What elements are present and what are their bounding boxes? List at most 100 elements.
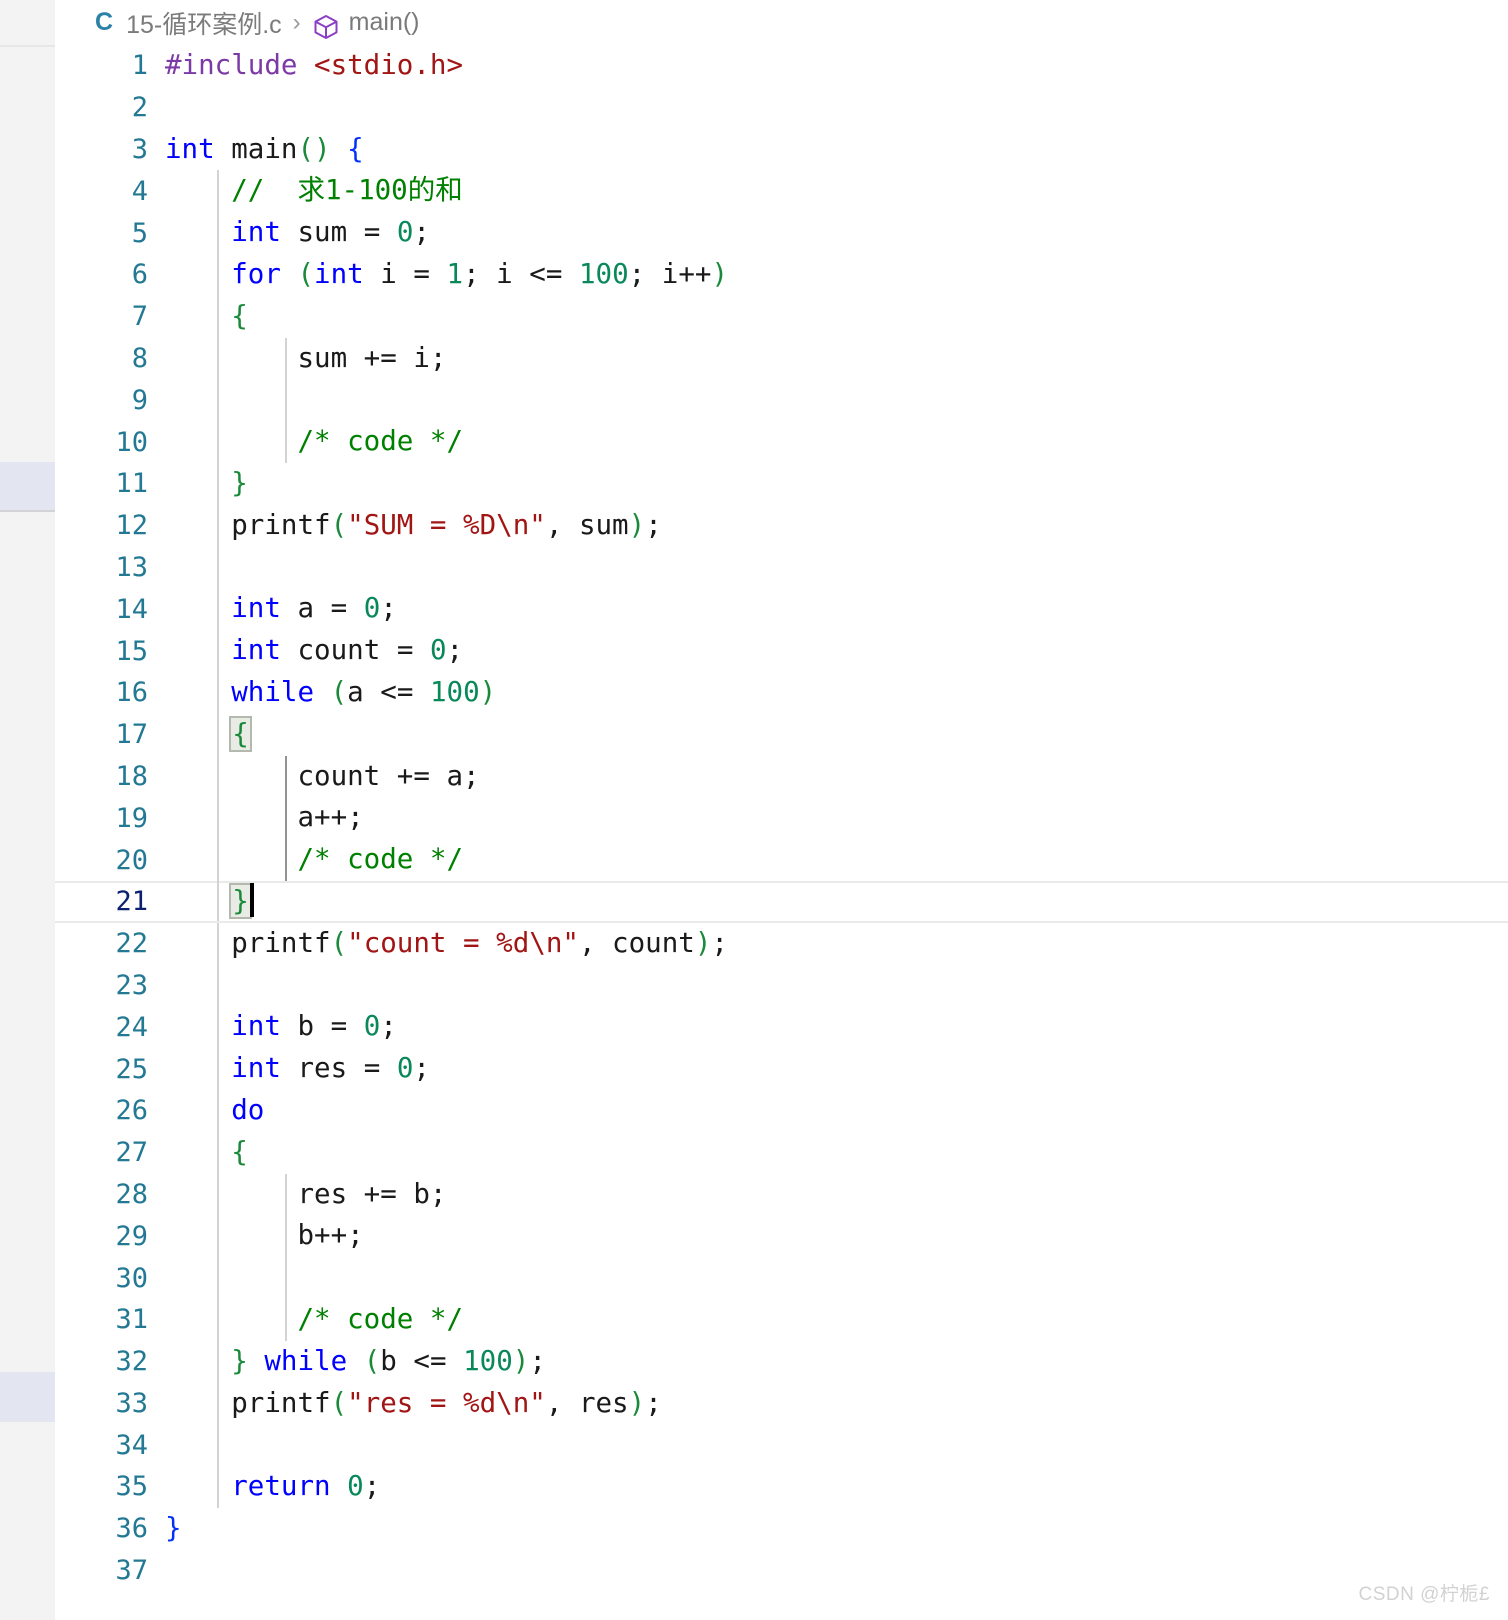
code-line[interactable]: 26 do: [55, 1089, 1508, 1132]
line-content[interactable]: count += a;: [165, 755, 1508, 798]
line-content[interactable]: [165, 1257, 1508, 1299]
code-line[interactable]: 33 printf("res = %d\n", res);: [55, 1382, 1508, 1425]
code-line[interactable]: 21 }: [55, 880, 1508, 923]
line-number[interactable]: 20: [55, 845, 165, 876]
code-line[interactable]: 14 int a = 0;: [55, 588, 1508, 631]
line-content[interactable]: return 0;: [165, 1466, 1508, 1508]
line-content[interactable]: int main() {: [165, 129, 1508, 171]
line-number[interactable]: 27: [55, 1137, 165, 1168]
line-content[interactable]: } while (b <= 100);: [165, 1340, 1508, 1383]
code-line[interactable]: 6 for (int i = 1; i <= 100; i++): [55, 253, 1508, 296]
code-lines[interactable]: 1 #include <stdio.h> 2 3 int main() {4 // 求1…: [55, 45, 1508, 1591]
code-line[interactable]: 37: [55, 1550, 1508, 1592]
line-number[interactable]: 7: [55, 301, 165, 332]
line-content[interactable]: [165, 964, 1508, 1007]
code-line[interactable]: 19 a++;: [55, 797, 1508, 840]
code-line[interactable]: 17 {: [55, 713, 1508, 756]
line-content[interactable]: {: [165, 1131, 1508, 1174]
line-content[interactable]: printf("res = %d\n", res);: [165, 1382, 1508, 1425]
overview-ruler-mark[interactable]: [0, 462, 55, 512]
line-number[interactable]: 14: [55, 594, 165, 625]
breadcrumb-file-name[interactable]: 15-循环案例.c: [126, 5, 282, 41]
line-content[interactable]: /* code */: [165, 839, 1508, 881]
line-number[interactable]: 29: [55, 1221, 165, 1252]
line-content[interactable]: [165, 87, 1508, 129]
line-content[interactable]: }: [165, 880, 1508, 923]
line-number[interactable]: 21: [55, 886, 165, 917]
line-number[interactable]: 16: [55, 677, 165, 708]
line-content[interactable]: b++;: [165, 1215, 1508, 1258]
code-line[interactable]: 25 int res = 0;: [55, 1048, 1508, 1090]
line-number[interactable]: 37: [55, 1555, 165, 1586]
line-content[interactable]: int a = 0;: [165, 588, 1508, 631]
line-content[interactable]: #include <stdio.h>: [165, 45, 1508, 87]
code-line[interactable]: 24 int b = 0;: [55, 1006, 1508, 1049]
overview-ruler-mark[interactable]: [0, 1372, 55, 1422]
line-number[interactable]: 19: [55, 803, 165, 834]
code-line[interactable]: 18 count += a;: [55, 755, 1508, 798]
line-number[interactable]: 32: [55, 1346, 165, 1377]
code-line[interactable]: 8 sum += i;: [55, 337, 1508, 380]
code-line[interactable]: 28 res += b;: [55, 1173, 1508, 1216]
line-number[interactable]: 24: [55, 1012, 165, 1043]
code-line[interactable]: 5 int sum = 0;: [55, 212, 1508, 254]
line-content[interactable]: while (a <= 100): [165, 671, 1508, 714]
line-number[interactable]: 28: [55, 1179, 165, 1210]
line-number[interactable]: 5: [55, 218, 165, 249]
code-line[interactable]: 20 /* code */: [55, 839, 1508, 881]
line-content[interactable]: res += b;: [165, 1173, 1508, 1216]
line-content[interactable]: int res = 0;: [165, 1048, 1508, 1090]
line-content[interactable]: /* code */: [165, 1298, 1508, 1341]
line-content[interactable]: for (int i = 1; i <= 100; i++): [165, 253, 1508, 296]
line-number[interactable]: 11: [55, 468, 165, 499]
line-content[interactable]: /* code */: [165, 421, 1508, 463]
code-line[interactable]: 29 b++;: [55, 1215, 1508, 1258]
line-number[interactable]: 36: [55, 1513, 165, 1544]
line-number[interactable]: 9: [55, 385, 165, 416]
line-content[interactable]: }: [165, 462, 1508, 505]
line-content[interactable]: a++;: [165, 797, 1508, 840]
code-line[interactable]: 9: [55, 379, 1508, 422]
line-number[interactable]: 26: [55, 1095, 165, 1126]
line-content[interactable]: int sum = 0;: [165, 212, 1508, 254]
code-line[interactable]: 12 printf("SUM = %D\n", sum);: [55, 504, 1508, 547]
code-line[interactable]: 13: [55, 546, 1508, 589]
code-line[interactable]: 30: [55, 1257, 1508, 1299]
breadcrumb-symbol-name[interactable]: main(): [349, 8, 420, 37]
line-content[interactable]: sum += i;: [165, 337, 1508, 380]
line-number[interactable]: 2: [55, 92, 165, 123]
line-number[interactable]: 17: [55, 719, 165, 750]
line-content[interactable]: {: [165, 713, 1508, 756]
code-line[interactable]: 27 {: [55, 1131, 1508, 1174]
line-number[interactable]: 30: [55, 1263, 165, 1294]
line-number[interactable]: 22: [55, 928, 165, 959]
line-number[interactable]: 1: [55, 50, 165, 81]
code-line[interactable]: 31 /* code */: [55, 1298, 1508, 1341]
line-content[interactable]: [165, 379, 1508, 422]
line-number[interactable]: 15: [55, 636, 165, 667]
line-content[interactable]: do: [165, 1089, 1508, 1132]
code-line[interactable]: 32 } while (b <= 100);: [55, 1340, 1508, 1383]
code-editor[interactable]: 1 #include <stdio.h> 2 3 int main() {4 // 求1…: [55, 45, 1508, 1620]
line-number[interactable]: 35: [55, 1471, 165, 1502]
line-number[interactable]: 10: [55, 427, 165, 458]
code-line[interactable]: 22 printf("count = %d\n", count);: [55, 922, 1508, 965]
line-content[interactable]: [165, 1550, 1508, 1592]
code-line[interactable]: 1 #include <stdio.h>: [55, 45, 1508, 87]
code-line[interactable]: 3 int main() {: [55, 129, 1508, 171]
line-number[interactable]: 31: [55, 1304, 165, 1335]
code-line[interactable]: 15 int count = 0;: [55, 630, 1508, 672]
line-number[interactable]: 3: [55, 134, 165, 165]
line-content[interactable]: {: [165, 295, 1508, 338]
code-line[interactable]: 11 }: [55, 462, 1508, 505]
line-number[interactable]: 25: [55, 1054, 165, 1085]
code-line[interactable]: 2: [55, 87, 1508, 129]
line-number[interactable]: 23: [55, 970, 165, 1001]
code-line[interactable]: 7 {: [55, 295, 1508, 338]
line-content[interactable]: [165, 1424, 1508, 1467]
line-number[interactable]: 12: [55, 510, 165, 541]
line-content[interactable]: int count = 0;: [165, 630, 1508, 672]
line-content[interactable]: int b = 0;: [165, 1006, 1508, 1049]
line-number[interactable]: 33: [55, 1388, 165, 1419]
code-line[interactable]: 10 /* code */: [55, 421, 1508, 463]
